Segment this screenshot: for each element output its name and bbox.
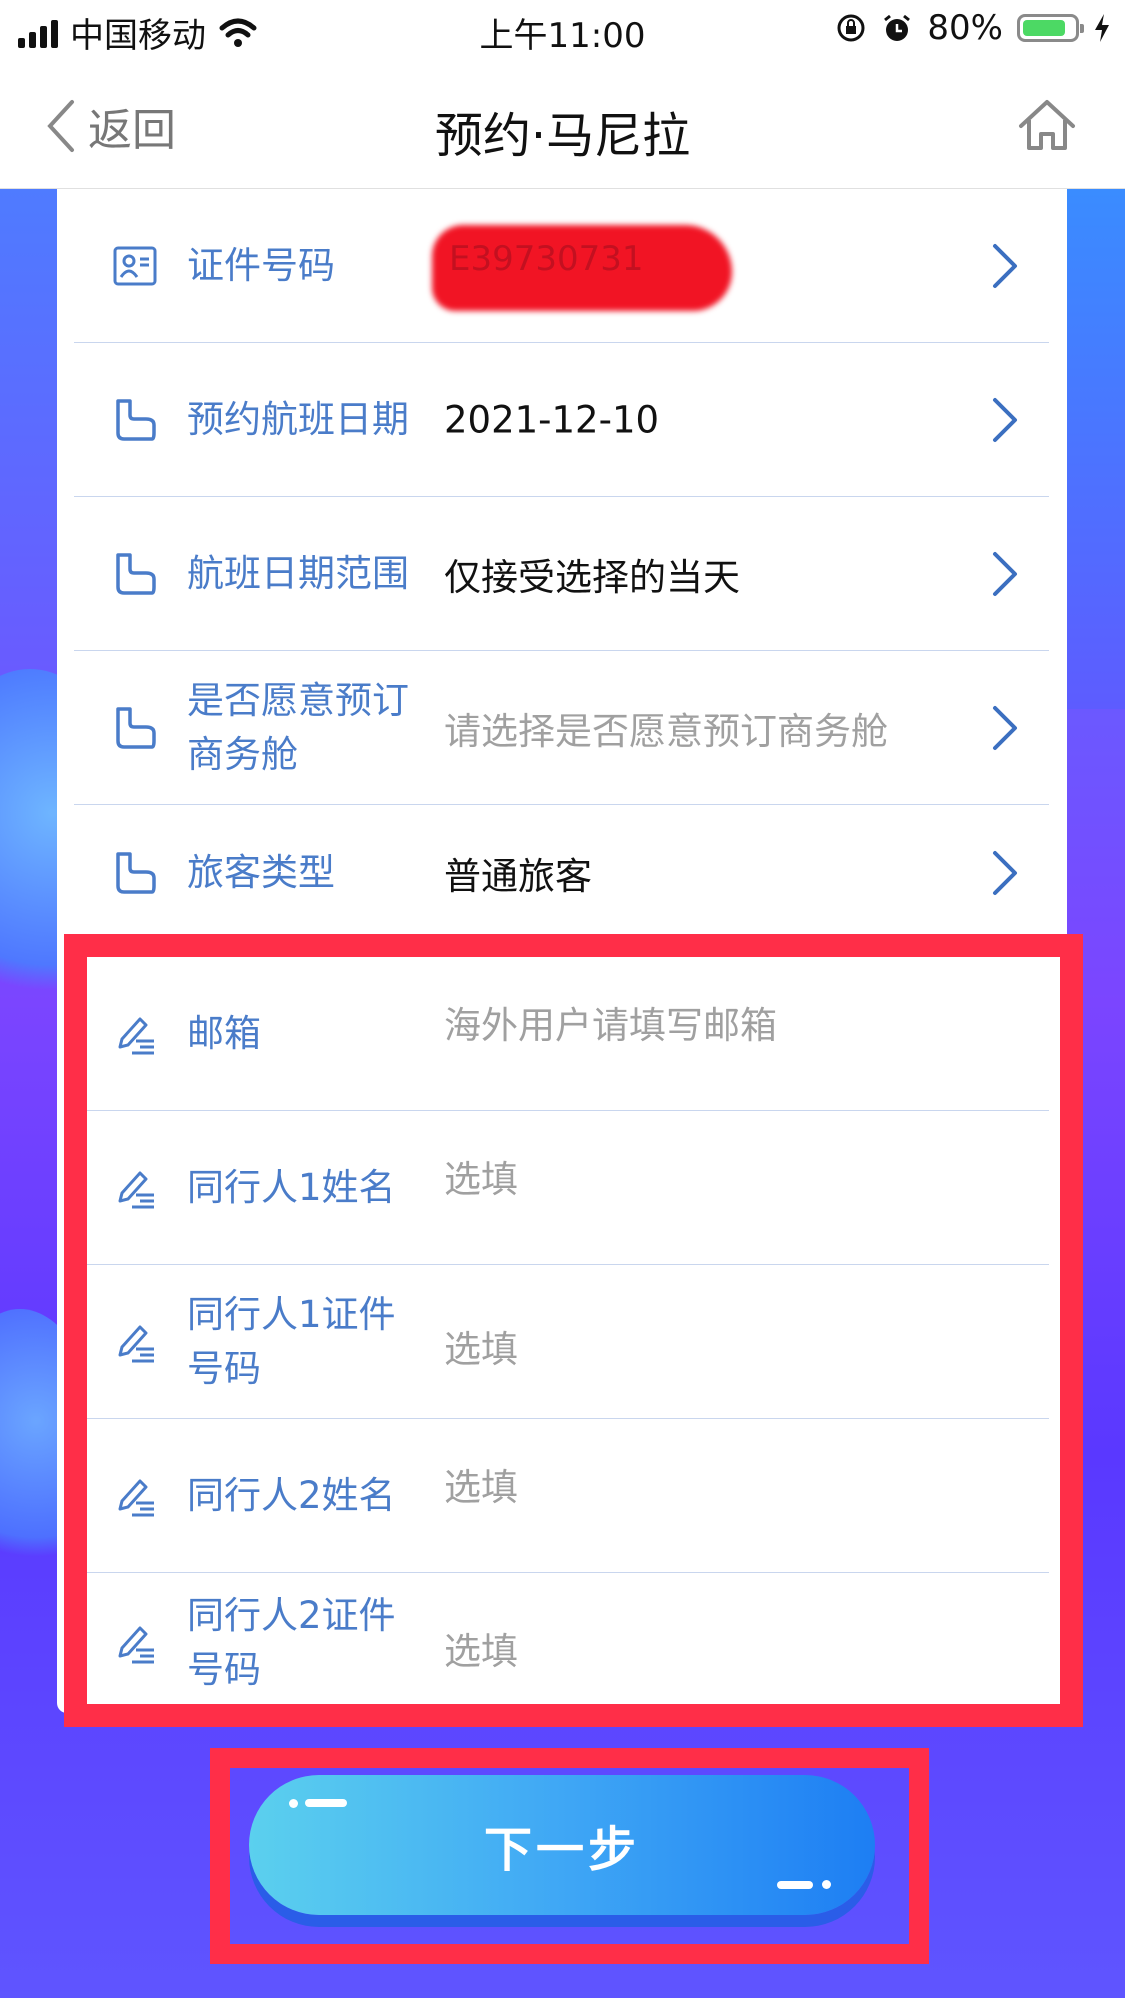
form-item-icon bbox=[116, 852, 156, 894]
id-number-row[interactable]: 证件号码 E39730731 bbox=[74, 189, 1049, 343]
chevron-right-icon bbox=[993, 551, 1017, 596]
business-class-label: 是否愿意预订 商务舱 bbox=[187, 674, 427, 782]
page-title: 预约·马尼拉 bbox=[434, 108, 691, 164]
form-item-icon bbox=[116, 398, 156, 441]
flight-date-label: 预约航班日期 bbox=[187, 397, 409, 441]
business-class-row[interactable]: 是否愿意预订 商务舱 请选择是否愿意预订商务舱 bbox=[74, 651, 1049, 805]
form-item-icon bbox=[116, 552, 156, 595]
rotation-lock-icon bbox=[837, 14, 865, 42]
chevron-right-icon bbox=[993, 243, 1017, 288]
id-card-icon bbox=[113, 246, 157, 285]
form-item-icon bbox=[116, 706, 156, 749]
chevron-right-icon bbox=[993, 397, 1017, 442]
passenger-type-value: 普通旅客 bbox=[444, 855, 592, 898]
chevron-right-icon bbox=[993, 851, 1017, 895]
date-range-row[interactable]: 航班日期范围 仅接受选择的当天 bbox=[74, 497, 1049, 651]
business-class-placeholder: 请选择是否愿意预订商务舱 bbox=[444, 709, 888, 753]
date-range-label: 航班日期范围 bbox=[187, 551, 409, 595]
battery-icon bbox=[1017, 14, 1084, 42]
date-range-value: 仅接受选择的当天 bbox=[444, 555, 740, 599]
business-class-label-line2: 商务舱 bbox=[187, 732, 298, 776]
chevron-right-icon bbox=[993, 705, 1017, 750]
id-number-value: E39730731 bbox=[449, 239, 644, 279]
alarm-icon bbox=[884, 14, 911, 41]
id-number-label: 证件号码 bbox=[187, 243, 335, 287]
navigation-bar: 返回 预约·马尼拉 bbox=[0, 56, 1125, 189]
highlight-box-inputs bbox=[64, 934, 1083, 1727]
passenger-type-label: 旅客类型 bbox=[187, 851, 335, 894]
flight-date-value: 2021-12-10 bbox=[444, 398, 660, 441]
highlight-box-button bbox=[210, 1748, 929, 1964]
charging-icon bbox=[1095, 14, 1109, 42]
flight-date-row[interactable]: 预约航班日期 2021-12-10 bbox=[74, 343, 1049, 497]
status-bar: 中国移动 上午11:00 80% bbox=[0, 0, 1125, 56]
home-icon[interactable] bbox=[1017, 96, 1077, 152]
battery-percent: 80% bbox=[927, 8, 1003, 48]
status-right: 80% bbox=[835, 8, 1111, 48]
business-class-label-line1: 是否愿意预订 bbox=[187, 678, 409, 722]
passenger-type-row[interactable]: 旅客类型 普通旅客 bbox=[74, 805, 1049, 941]
